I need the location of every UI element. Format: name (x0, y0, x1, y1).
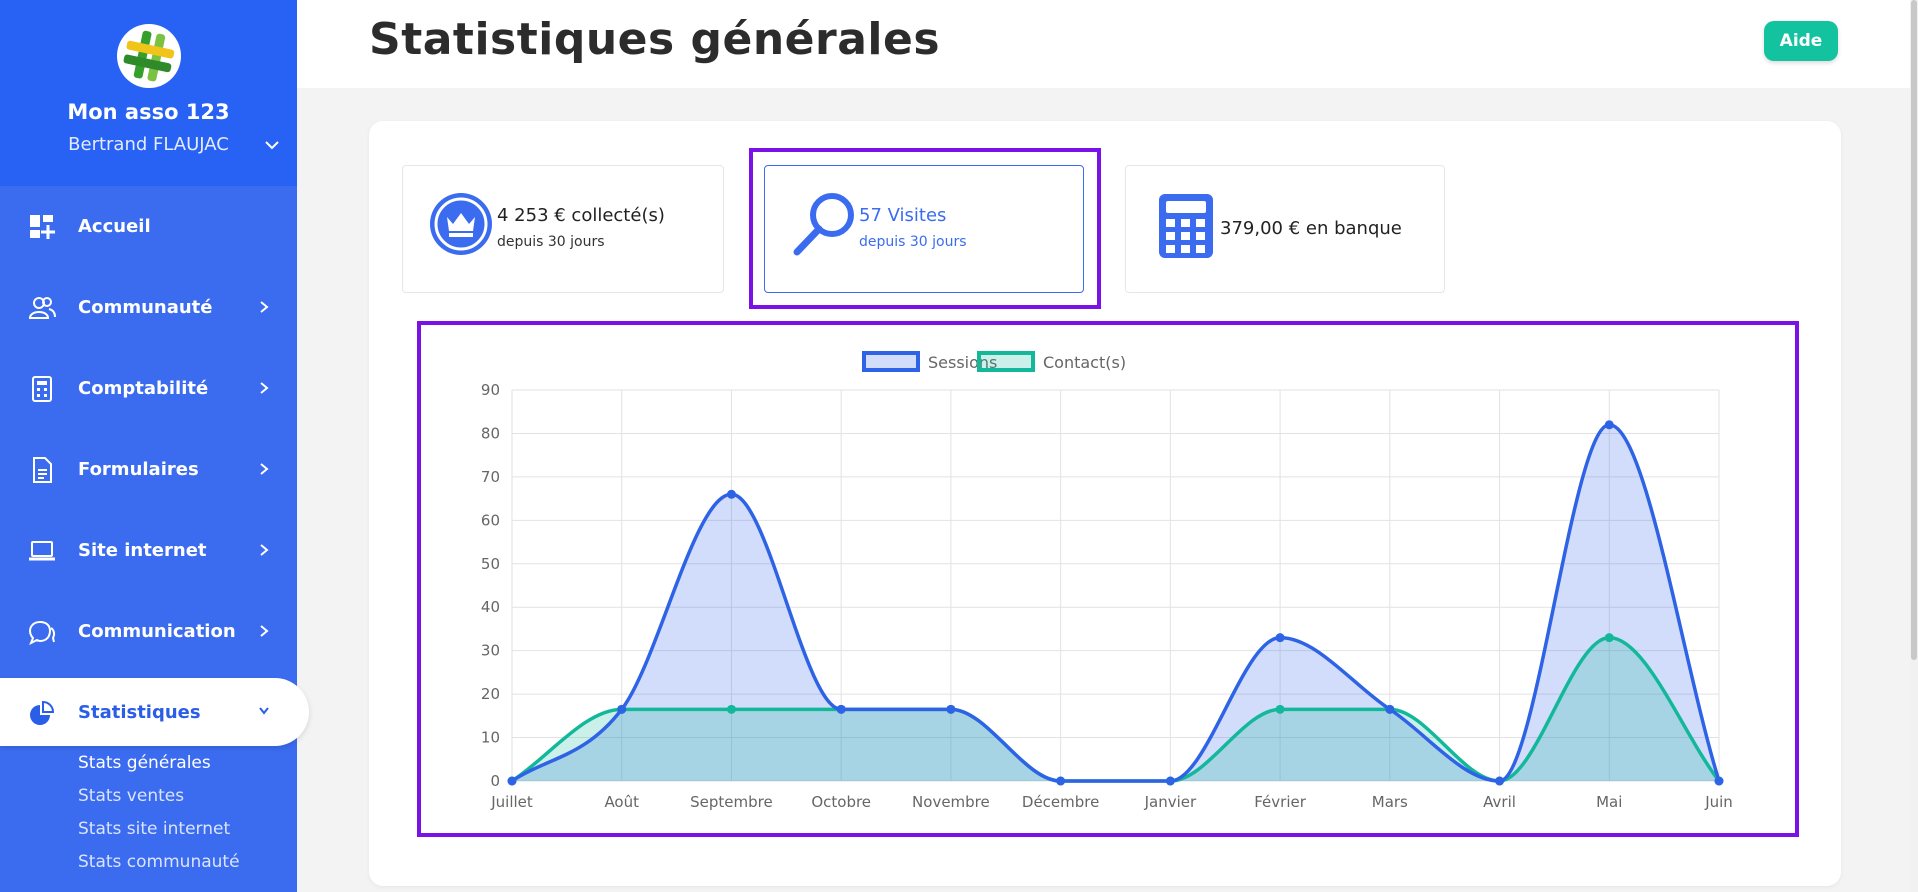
data-point (726, 489, 736, 499)
x-tick-label: Juin (1704, 793, 1733, 811)
data-point (1495, 776, 1505, 786)
x-tick-label: Janvier (1144, 793, 1197, 811)
help-button[interactable]: Aide (1764, 21, 1838, 61)
legend-label: Contact(s) (1043, 353, 1126, 372)
y-tick-label: 60 (481, 511, 500, 529)
x-tick-label: Octobre (811, 793, 871, 811)
y-tick-label: 80 (481, 424, 500, 442)
data-point (1604, 420, 1614, 430)
stat-collected-value: 4 253 € collecté(s) (497, 205, 665, 226)
data-point (836, 704, 846, 714)
data-point (1056, 776, 1066, 786)
calculator-icon (32, 376, 52, 402)
sidebar-nav: Accueil Communauté Comptabilité Formulai… (0, 186, 309, 752)
stat-bank: 379,00 € en banque (1125, 165, 1445, 293)
y-tick-label: 30 (481, 642, 500, 660)
data-point (726, 704, 736, 714)
sidebar-item-label: Accueil (78, 216, 151, 237)
stat-collected: 4 253 € collecté(s) depuis 30 jours (402, 165, 724, 293)
sidebar-item-label: Statistiques (78, 701, 201, 723)
data-point (946, 704, 956, 714)
chat-icon (28, 620, 56, 645)
data-point (507, 776, 517, 786)
highlight-box-visits (749, 148, 1101, 309)
dashboard-icon (30, 215, 55, 239)
users-icon (28, 297, 56, 319)
subnav-stats-communaute[interactable]: Stats communauté (78, 849, 240, 882)
data-point (1275, 633, 1285, 643)
y-tick-label: 0 (490, 772, 500, 790)
sidebar: Mon asso 123 Bertrand FLAUJAC Accueil Co… (0, 0, 309, 892)
subnav-stats-site-internet[interactable]: Stats site internet (78, 816, 240, 849)
document-icon (33, 457, 52, 483)
x-tick-label: Décembre (1022, 793, 1099, 811)
sidebar-item-comptabilite[interactable]: Comptabilité (0, 348, 297, 429)
x-tick-label: Juillet (490, 793, 533, 811)
pie-chart-icon (30, 700, 55, 725)
sidebar-header: Mon asso 123 Bertrand FLAUJAC (0, 0, 297, 186)
sidebar-item-accueil[interactable]: Accueil (0, 186, 297, 267)
scrollbar-thumb[interactable] (1911, 0, 1917, 660)
x-tick-label: Avril (1483, 793, 1516, 811)
chevron-right-icon (260, 463, 269, 475)
y-tick-label: 10 (481, 729, 500, 747)
laptop-icon (29, 541, 55, 561)
sidebar-item-formulaires[interactable]: Formulaires (0, 429, 297, 510)
legend-swatch (977, 351, 1035, 372)
x-tick-label: Mai (1596, 793, 1622, 811)
sidebar-item-label: Site internet (78, 540, 207, 561)
subnav-stats-generales[interactable]: Stats générales (78, 750, 240, 783)
visits-chart: 0 10 20 30 40 50 60 70 80 90 Juillet Août Septembre O… (481, 351, 1733, 811)
y-tick-label: 70 (481, 468, 500, 486)
sidebar-item-site-internet[interactable]: Site internet (0, 510, 297, 591)
x-tick-label: Novembre (912, 793, 990, 811)
chevron-down-icon (259, 707, 269, 715)
sidebar-item-label: Communication (78, 621, 236, 642)
sidebar-item-label: Communauté (78, 297, 213, 318)
sidebar-item-communication[interactable]: Communication (0, 591, 297, 672)
user-name[interactable]: Bertrand FLAUJAC (0, 134, 297, 155)
sidebar-item-label: Comptabilité (78, 378, 209, 399)
y-tick-label: 40 (481, 598, 500, 616)
data-point (1275, 704, 1285, 714)
page-title: Statistiques générales (369, 14, 941, 65)
y-tick-label: 20 (481, 685, 500, 703)
data-point (617, 704, 627, 714)
statistiques-subnav: Stats générales Stats ventes Stats site … (78, 750, 240, 882)
legend-swatch (862, 351, 920, 372)
org-logo[interactable] (117, 24, 181, 88)
data-point (1385, 704, 1395, 714)
data-point (1604, 633, 1614, 643)
chevron-down-icon[interactable] (264, 137, 280, 153)
subnav-stats-ventes[interactable]: Stats ventes (78, 783, 240, 816)
calculator-icon (1159, 194, 1213, 258)
data-point (1714, 776, 1724, 786)
y-tick-label: 50 (481, 555, 500, 573)
y-tick-label: 90 (481, 381, 500, 399)
x-tick-label: Août (604, 793, 639, 811)
page-header: Statistiques générales Aide (297, 0, 1913, 88)
sidebar-item-label: Formulaires (78, 459, 199, 480)
chevron-right-icon (260, 544, 269, 556)
sidebar-item-statistiques[interactable]: Statistiques (0, 678, 309, 746)
stat-collected-period: depuis 30 jours (497, 234, 605, 250)
stat-bank-value: 379,00 € en banque (1220, 218, 1402, 239)
x-tick-label: Février (1254, 793, 1306, 811)
x-tick-label: Mars (1372, 793, 1408, 811)
crown-icon (430, 193, 492, 255)
org-name: Mon asso 123 (67, 100, 230, 124)
chevron-right-icon (260, 301, 269, 313)
data-point (1165, 776, 1175, 786)
chevron-right-icon (260, 382, 269, 394)
x-tick-label: Septembre (690, 793, 773, 811)
hashtag-logo-icon (123, 30, 175, 82)
chevron-right-icon (260, 625, 269, 637)
sidebar-item-communaute[interactable]: Communauté (0, 267, 297, 348)
